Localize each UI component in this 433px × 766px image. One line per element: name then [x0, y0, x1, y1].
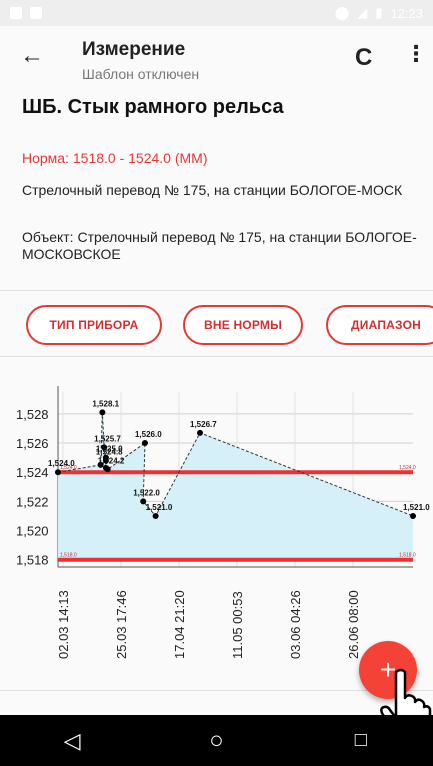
data-label: 1,524.8: [96, 448, 123, 457]
battery-icon: ▮: [375, 5, 383, 20]
divider: [0, 356, 433, 357]
nav-back-icon[interactable]: ◁: [42, 721, 102, 761]
x-tick-label: 02.03 14:13: [56, 590, 71, 659]
data-label: 1,524.2: [98, 456, 125, 465]
y-tick-label: 1,522: [16, 494, 49, 509]
data-point: [55, 469, 61, 476]
more-vert-icon[interactable]: ⋮: [405, 42, 427, 66]
nav-recents-icon[interactable]: □: [331, 721, 391, 761]
data-label: 1,522.0: [133, 488, 160, 497]
arrow-left-icon[interactable]: ←: [20, 44, 44, 68]
data-label: 1,521.0: [146, 503, 173, 512]
data-label: 1,524.0: [48, 459, 75, 468]
measurement-heading: ШБ. Стык рамного рельса: [22, 96, 284, 118]
y-tick-label: 1,528: [16, 407, 49, 422]
screen: ⬤ ◢ ▮ 12:23 ← Измерение Шаблон отключен …: [0, 0, 433, 766]
data-point: [141, 440, 148, 447]
y-tick-label: 1,520: [16, 524, 49, 539]
y-tick-label: 1,524: [16, 465, 49, 480]
page-title: Измерение: [82, 39, 186, 60]
object-info: Объект: Стрелочный перевод № 175, на ста…: [22, 229, 417, 262]
x-tick-label: 17.04 21:20: [172, 590, 187, 659]
data-label: 1,525.7: [94, 434, 121, 443]
y-tick-label: 1,518: [16, 553, 49, 568]
out-of-norm-chip[interactable]: ВНЕ НОРМЫ: [183, 305, 303, 345]
android-icon: [30, 7, 42, 19]
data-label: 1,521.0: [403, 503, 430, 512]
data-label: 1,528.1: [92, 399, 119, 408]
limit-label: 1,524.0: [399, 465, 416, 471]
norm-range: Норма: 1518.0 - 1524.0 (ММ): [22, 150, 208, 166]
limit-label: 1,518.0: [60, 553, 77, 559]
notification-icon: [10, 7, 22, 19]
app-bar: ← Измерение Шаблон отключен C ⋮: [0, 26, 433, 88]
data-label: 1,526.7: [190, 420, 217, 429]
filter-chips: ТИП ПРИБОРА ВНЕ НОРМЫ ДИАПАЗОН: [0, 305, 433, 349]
data-point: [152, 512, 159, 519]
data-point: [99, 409, 106, 416]
signal-icon: ◢: [357, 5, 368, 20]
measurement-chart: 1,528 1,526 1,524 1,522 1,520 1,518 1,524.0 1,5…: [16, 386, 430, 659]
range-chip[interactable]: ДИАПАЗОН: [326, 305, 433, 345]
limit-label: 1,518.0: [399, 553, 416, 559]
x-tick-label: 26.06 08:00: [346, 590, 361, 659]
divider: [0, 290, 433, 291]
device-type-chip[interactable]: ТИП ПРИБОРА: [26, 305, 162, 345]
system-nav-bar: ◁ ○ □: [0, 715, 433, 766]
status-bar: ⬤ ◢ ▮ 12:23: [0, 0, 433, 26]
data-point: [410, 512, 416, 519]
x-tick-label: 11.05 00:53: [230, 591, 245, 659]
refresh-icon[interactable]: C: [355, 44, 372, 72]
page-subtitle: Шаблон отключен: [82, 66, 200, 82]
x-tick-label: 03.06 04:26: [288, 590, 303, 659]
y-tick-label: 1,526: [16, 436, 49, 451]
data-label: 1,526.0: [135, 430, 162, 439]
switch-info: Стрелочный перевод № 175, на станции БОЛ…: [22, 182, 403, 198]
location-icon: ⬤: [334, 5, 350, 20]
data-point: [104, 466, 111, 473]
status-time: 12:23: [390, 5, 423, 21]
nav-home-icon[interactable]: ○: [186, 721, 246, 761]
data-point: [197, 429, 203, 436]
x-tick-label: 25.03 17:46: [114, 590, 129, 659]
